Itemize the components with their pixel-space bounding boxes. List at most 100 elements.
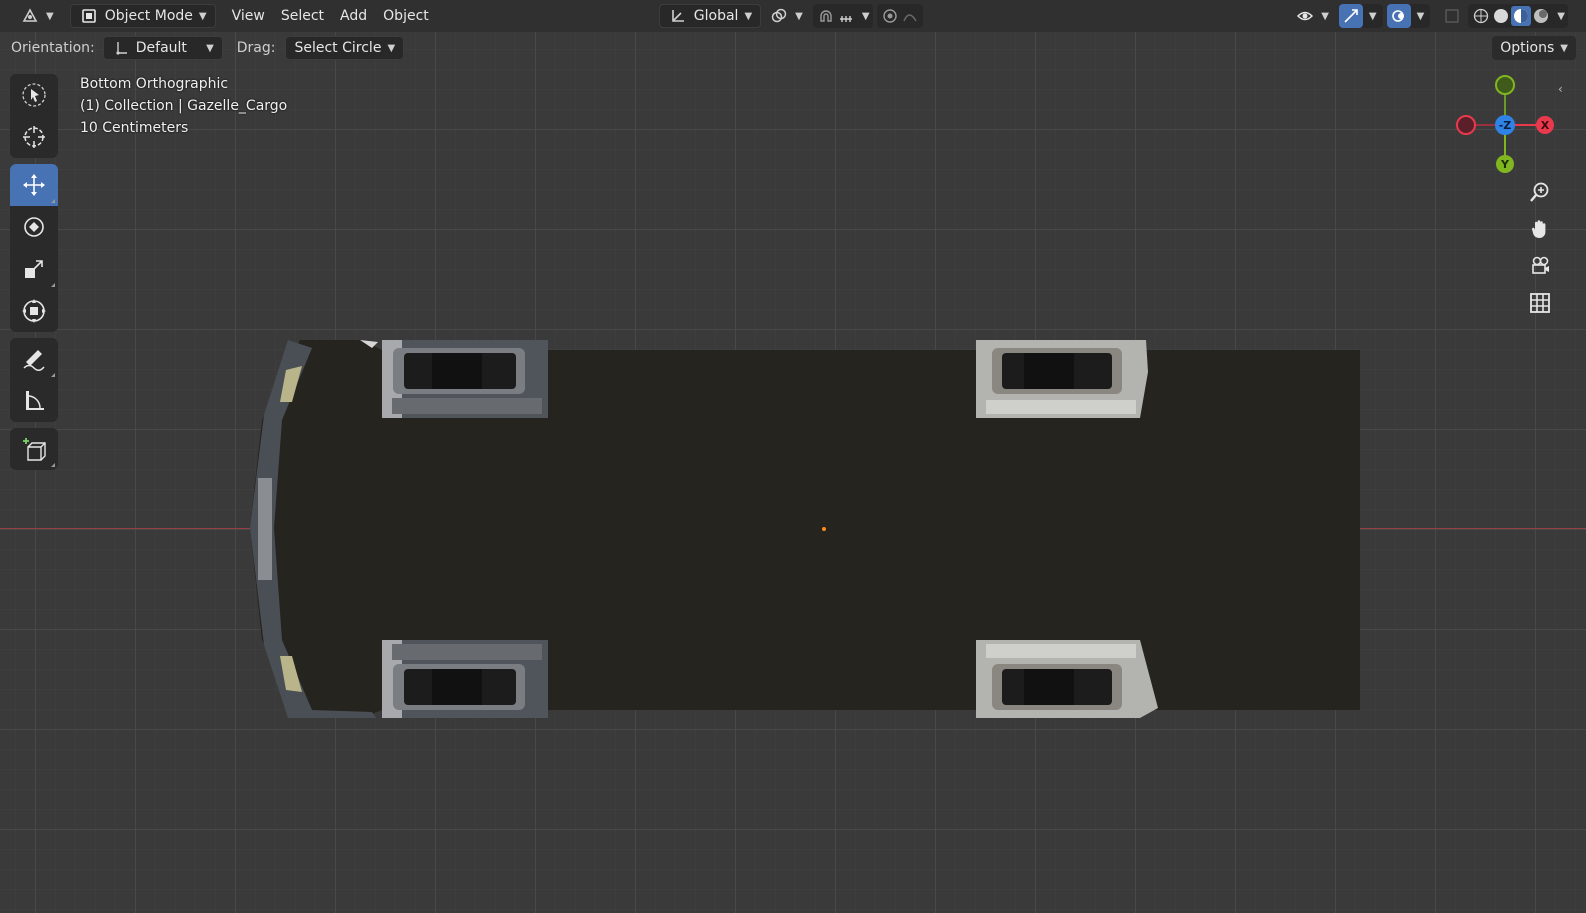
3d-viewport-icon [20, 6, 40, 26]
visibility-dropdown[interactable]: ▼ [1287, 4, 1337, 28]
rendered-shading-icon[interactable] [1531, 6, 1551, 26]
chevron-down-icon: ▼ [198, 10, 207, 22]
xray-icon[interactable] [1442, 6, 1462, 26]
wheel-rear-bottom [976, 640, 1158, 718]
tool-shelf [10, 74, 58, 476]
pan-button[interactable] [1522, 211, 1558, 247]
falloff-curve-icon[interactable] [900, 6, 920, 26]
tool-group-add [10, 428, 58, 470]
collection-info: (1) Collection | Gazelle_Cargo [80, 98, 288, 114]
menu-object[interactable]: Object [375, 4, 437, 28]
tool-group-annotate [10, 338, 58, 422]
scale-icon [25, 260, 43, 278]
tool-group-transform [10, 164, 58, 332]
tool-annotate[interactable] [10, 338, 58, 380]
zoom-icon [1530, 182, 1549, 202]
menu-view[interactable]: View [224, 4, 273, 28]
orientation-label: Orientation: [11, 40, 95, 56]
tool-add-cube[interactable] [10, 428, 58, 470]
3d-cursor-icon [23, 126, 45, 148]
gizmo-neg-x [1456, 115, 1476, 135]
chevron-down-icon: ▼ [206, 42, 214, 54]
axis-orientation-icon [668, 6, 688, 26]
wheel-rear-top [976, 340, 1148, 418]
pivot-icon [769, 6, 789, 26]
move-arrows-icon [23, 174, 45, 196]
drag-label: Drag: [236, 40, 276, 56]
solid-shading-icon[interactable] [1491, 6, 1511, 26]
tool-scale[interactable] [10, 248, 58, 290]
projection-toggle-button[interactable] [1522, 285, 1558, 321]
transform-orientation-dropdown[interactable]: Global ▼ [658, 4, 762, 28]
mode-label: Object Mode [104, 8, 193, 24]
proportional-edit-icon[interactable] [880, 6, 900, 26]
object-origin-dot [822, 527, 826, 531]
gizmo-y-label: Y [1500, 158, 1510, 171]
proportional-edit-group [876, 4, 923, 28]
drag-value: Select Circle [294, 40, 382, 56]
tool-submenu-indicator [51, 373, 55, 377]
wheel-front-top [382, 340, 548, 418]
orientation-value: Default [135, 40, 187, 56]
tool-move[interactable] [10, 164, 58, 206]
tool-rotate[interactable] [10, 206, 58, 248]
transform-icon [22, 299, 46, 323]
menu-add[interactable]: Add [332, 4, 375, 28]
orientation-axes-icon [112, 38, 132, 58]
tool-submenu-indicator [51, 463, 55, 467]
cursor-arrow-icon [22, 83, 46, 107]
chevron-down-icon[interactable]: ▼ [862, 11, 870, 22]
tool-transform[interactable] [10, 290, 58, 332]
navigation-gizmo[interactable]: X Y -Z [1452, 72, 1562, 182]
pivot-point-dropdown[interactable]: ▼ [761, 4, 811, 28]
options-dropdown[interactable]: Options ▼ [1492, 36, 1576, 60]
measure-ruler-icon [26, 391, 44, 410]
chevron-down-icon: ▼ [46, 10, 54, 22]
drag-dropdown[interactable]: Select Circle ▼ [285, 36, 405, 60]
object-mode-icon [79, 6, 99, 26]
snap-group: ▼ [812, 4, 873, 28]
grid-scale: 10 Centimeters [80, 120, 189, 136]
grid-icon [1530, 293, 1550, 313]
tool-group-select [10, 74, 58, 158]
chevron-down-icon: ▼ [744, 10, 753, 22]
orientation-dropdown[interactable]: Default ▼ [102, 36, 223, 60]
chevron-down-icon[interactable]: ▼ [1417, 11, 1425, 22]
gizmo-toggle-icon[interactable] [1338, 4, 1363, 28]
tool-submenu-indicator [51, 199, 55, 203]
viewport-info-overlay: Bottom Orthographic (1) Collection | Gaz… [80, 73, 287, 139]
editor-type-button[interactable]: ▼ [12, 4, 62, 28]
tool-select-box[interactable] [10, 74, 58, 116]
chevron-down-icon: ▼ [1560, 42, 1568, 54]
gizmo-z-label: -Z [1499, 119, 1512, 132]
menu-select[interactable]: Select [273, 4, 332, 28]
chevron-down-icon: ▼ [387, 42, 396, 54]
gizmo-toggle-group: ▼ [1338, 4, 1383, 28]
tool-cursor[interactable] [10, 116, 58, 158]
material-shading-icon[interactable] [1511, 6, 1532, 26]
viewport-header: ▼ Object Mode ▼ View Select Add Object G… [0, 0, 1586, 32]
hand-icon [1532, 220, 1546, 239]
view-name: Bottom Orthographic [80, 76, 229, 92]
transform-orientation-label: Global [693, 8, 739, 24]
overlays-icon[interactable] [1386, 4, 1411, 28]
eye-icon [1295, 6, 1315, 26]
rotate-icon [24, 217, 44, 237]
zoom-button[interactable] [1522, 174, 1558, 210]
mode-dropdown[interactable]: Object Mode ▼ [69, 4, 216, 28]
gizmo-neg-y [1495, 75, 1515, 95]
camera-view-button[interactable] [1522, 248, 1558, 284]
options-label: Options [1500, 40, 1555, 56]
wireframe-shading-icon[interactable] [1471, 6, 1491, 26]
snap-increment-icon[interactable] [836, 6, 856, 26]
tool-measure[interactable] [10, 380, 58, 422]
add-cube-icon [23, 438, 46, 461]
tool-settings-bar: Orientation: Default ▼ Drag: Select Circ… [0, 32, 1586, 64]
gizmo-x-label: X [1541, 119, 1550, 132]
chevron-down-icon[interactable]: ▼ [1369, 11, 1377, 22]
camera-icon [1532, 256, 1549, 274]
sidebar-toggle-icon[interactable]: ‹ [1558, 82, 1563, 96]
snap-magnet-icon[interactable] [816, 6, 836, 26]
chevron-down-icon[interactable]: ▼ [1557, 11, 1565, 22]
overlay-toggle-group: ▼ [1386, 4, 1431, 28]
